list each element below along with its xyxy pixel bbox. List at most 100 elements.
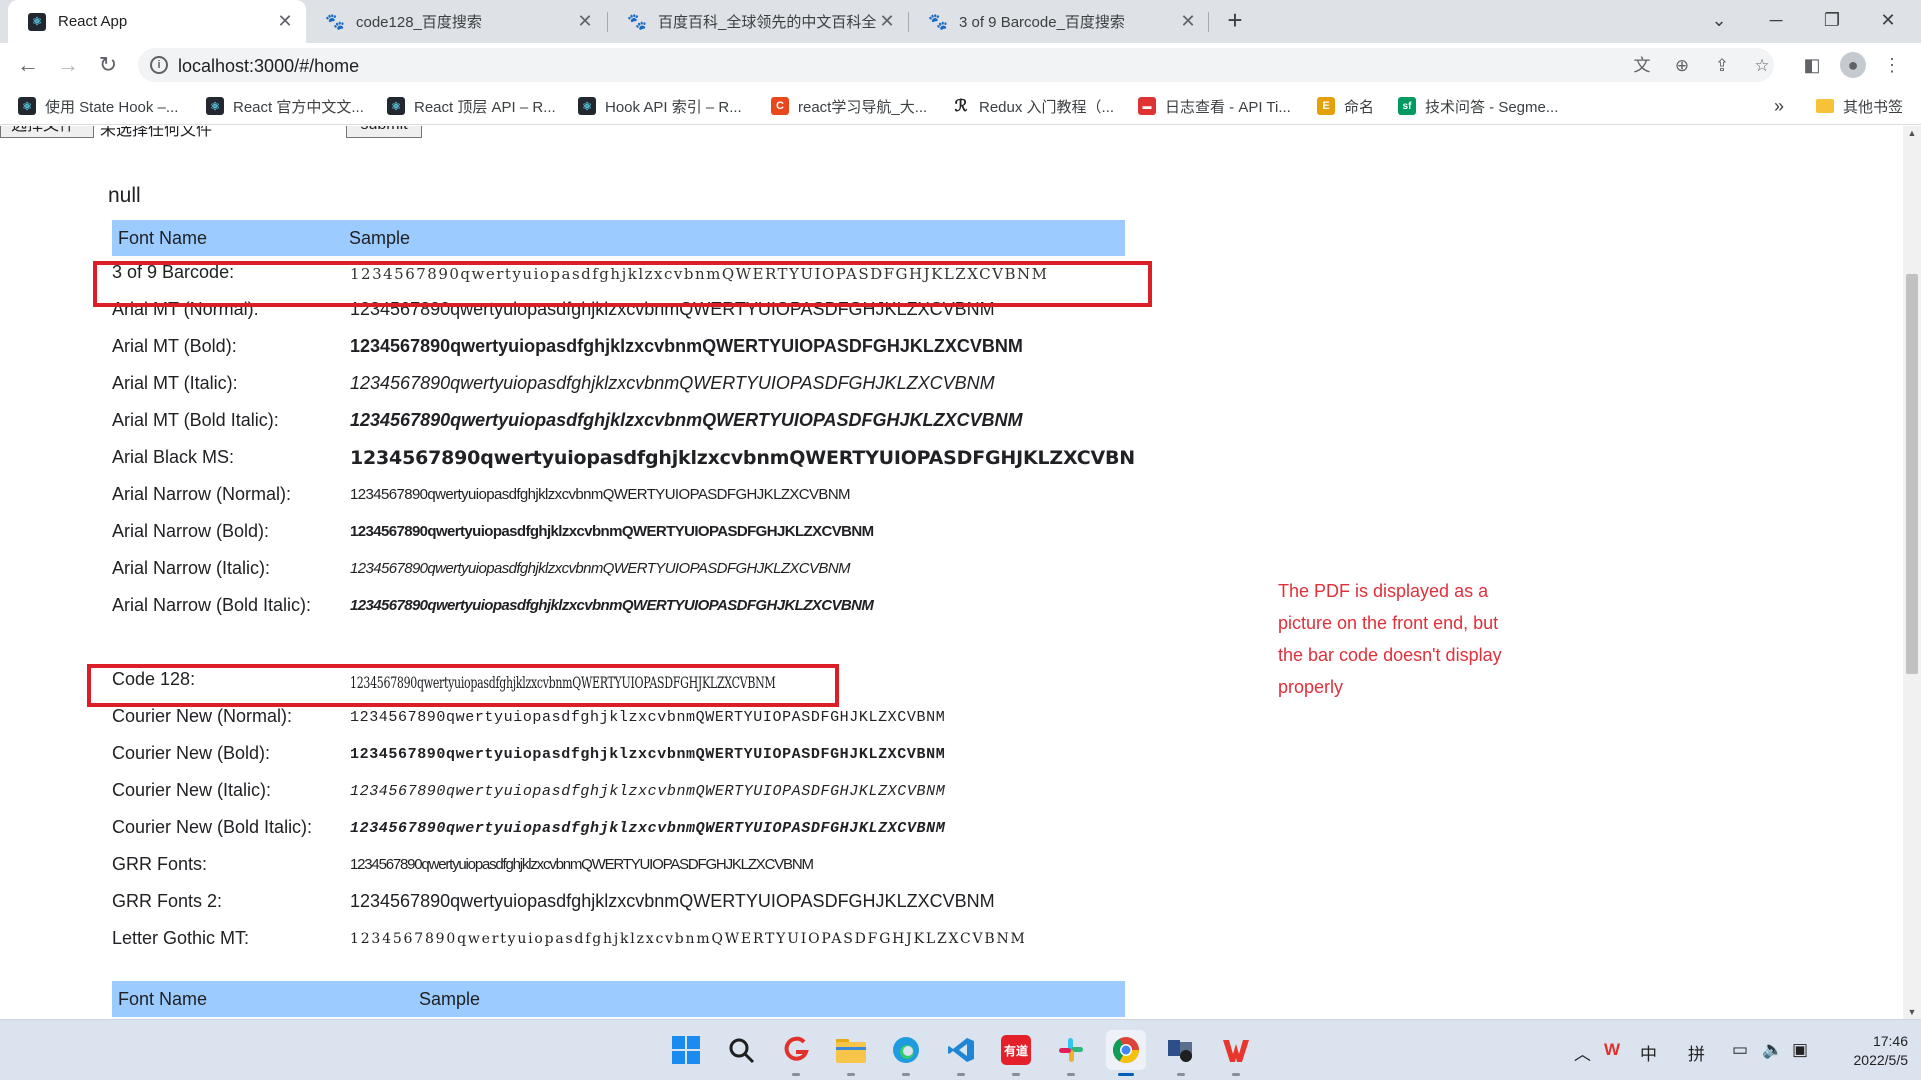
react-icon: ⚛ [18,97,36,115]
git-icon[interactable] [776,1030,816,1076]
close-icon[interactable]: ✕ [276,11,294,32]
bookmark-star-icon[interactable]: ☆ [1752,57,1772,77]
translate-icon[interactable]: 文 [1632,57,1652,77]
react-icon: ⚛ [387,97,405,115]
wps-icon[interactable] [1216,1030,1256,1076]
scroll-up-arrow-icon[interactable]: ▲ [1903,128,1921,138]
font-name: GRR Fonts: [112,854,208,874]
youdao-label: 有道 [1001,1035,1031,1065]
forward-button[interactable]: → [52,49,84,81]
bookmark-item[interactable]: ⚛ 使用 State Hook –... [18,95,178,117]
header-sample: Sample [419,989,481,1009]
baidu-paw-icon: 🐾 [325,13,345,31]
font-sample: 1234567890qwertyuiopasdfghjklzxcvbnmQWER… [350,783,946,800]
menu-icon[interactable]: ⋮ [1876,49,1908,81]
scroll-down-arrow-icon[interactable]: ▼ [1903,1007,1921,1017]
bookmark-item[interactable]: ▬ 日志查看 - API Ti... [1138,95,1291,117]
bookmark-item[interactable]: sf 技术问答 - Segme... [1398,95,1558,117]
running-indicator [847,1073,855,1076]
running-indicator [1067,1073,1075,1076]
table-row: Arial Narrow (Bold Italic): 1234567890qwe… [112,591,1212,621]
site-info-icon[interactable]: i [150,56,168,74]
other-bookmarks-folder[interactable]: 其他书签 [1816,95,1903,117]
bookmarks-bar: ⚛ 使用 State Hook –... ⚛ React 官方中文文... ⚛ Rea… [0,87,1921,125]
choose-file-button[interactable]: 选择文件 [0,126,94,138]
profile-avatar[interactable]: ● [1840,52,1866,78]
new-tab-button[interactable]: + [1220,6,1250,36]
bookmark-item[interactable]: ℛ Redux 入门教程（... [952,95,1114,117]
header-font-name: Font Name [118,989,208,1009]
minimize-button[interactable]: ─ [1750,0,1802,43]
font-sample: 1234567890qwertyuiopasdfghjklzxcvbnmQWER… [350,410,1023,430]
zoom-icon[interactable]: ⊕ [1672,57,1692,77]
bookmark-item[interactable]: ⚛ React 顶层 API – R... [387,95,556,117]
submit-button[interactable]: submit [346,126,422,138]
address-bar[interactable]: i localhost:3000/#/home 文 ⊕ ⇪ ☆ [138,48,1774,82]
tab-title: 百度百科_全球领先的中文百科全 [658,14,877,31]
youdao-icon[interactable]: 有道 [996,1030,1036,1076]
page-scrollbar[interactable]: ▲ ▼ [1903,126,1921,1019]
file-explorer-icon[interactable] [831,1030,871,1076]
search-icon[interactable] [721,1030,761,1070]
bookmark-item[interactable]: E 命名 [1317,95,1374,117]
table-row: Courier New (Bold): 1234567890qwertyuiopa… [112,739,1212,769]
network-app-icon[interactable] [1161,1030,1201,1076]
header-font-name: Font Name [118,228,208,248]
table-row: Arial Narrow (Normal): 1234567890qwertyui… [112,480,1212,510]
close-icon[interactable]: ✕ [576,11,594,32]
bookmarks-overflow-button[interactable]: » [1774,95,1784,117]
tab-title: React App [58,13,128,30]
table-row: Courier New (Bold Italic): 1234567890qwer… [112,813,1212,843]
restore-button[interactable]: ❐ [1806,0,1858,43]
close-icon[interactable]: ✕ [1179,11,1197,32]
font-name: Arial Narrow (Italic): [112,558,271,578]
ime-language[interactable]: 中 [1640,1040,1657,1065]
table-row: Arial MT (Bold): 1234567890qwertyuiopasdf… [112,332,1212,362]
scrollbar-thumb[interactable] [1906,274,1918,674]
share-icon[interactable]: ⇪ [1712,57,1732,77]
volume-icon[interactable]: 🔈 [1762,1040,1783,1060]
header-sample: Sample [349,228,411,248]
tab-code128[interactable]: 🐾 code128_百度搜索 ✕ [306,0,606,43]
font-name: Courier New (Italic): [112,780,272,800]
vscode-icon[interactable] [941,1030,981,1076]
close-window-button[interactable]: ✕ [1862,0,1914,43]
tab-separator [1208,12,1209,32]
table-row: Arial Black MS: 1234567890qwertyuiopasdfg… [112,443,1212,473]
tab-3of9-barcode[interactable]: 🐾 3 of 9 Barcode_百度搜索 ✕ [909,0,1209,43]
running-indicator [1012,1073,1020,1076]
bookmark-label: 其他书签 [1843,98,1904,116]
bookmark-label: react学习导航_大... [798,98,928,116]
tray-overflow-icon[interactable]: ︿ [1574,1040,1591,1065]
tab-search-icon[interactable]: ⌄ [1693,0,1745,43]
battery-icon[interactable]: ▣ [1792,1040,1808,1060]
font-name: GRR Fonts 2: [112,891,223,911]
table-row: GRR Fonts 2: 1234567890qwertyuiopasdfghjk… [112,887,1212,917]
bookmark-label: 使用 State Hook –... [45,98,179,116]
side-panel-icon[interactable]: ◧ [1796,49,1828,81]
edge-icon[interactable] [886,1030,926,1076]
bookmark-item[interactable]: ⚛ Hook API 索引 – R... [578,95,742,117]
bookmark-item[interactable]: Creact学习导航_大... [771,95,927,117]
wps-tray-icon[interactable]: W [1604,1040,1620,1060]
table-row: Arial Narrow (Bold): 1234567890qwertyuiop… [112,517,1212,547]
reload-button[interactable]: ↻ [92,49,124,81]
font-sample: 1234567890qwertyuiopasdfghjklzxcvbnmQWER… [350,523,874,540]
network-icon[interactable]: ▭ [1732,1040,1748,1060]
close-icon[interactable]: ✕ [878,11,896,32]
font-name: Letter Gothic MT: [112,928,250,948]
bookmark-item[interactable]: ⚛ React 官方中文文... [206,95,364,117]
tab-baidu-baike[interactable]: 🐾 百度百科_全球领先的中文百科全 ✕ [608,0,908,43]
slack-icon[interactable] [1051,1030,1091,1076]
font-name: Arial MT (Italic): [112,373,238,393]
ime-mode[interactable]: 拼 [1688,1040,1705,1065]
back-button[interactable]: ← [12,49,44,81]
font-sample: 1234567890qwertyuiopasdfghjklzxcvbnmQWER… [350,373,995,393]
chrome-icon[interactable] [1106,1030,1146,1076]
tab-react-app[interactable]: ⚛ React App ✕ [8,0,306,43]
file-status-text: 未选择任何文件 [100,126,213,139]
font-sample: 1234567890qwertyuiopasdfghjklzxcvbnmQWER… [350,931,1027,947]
running-indicator [1177,1073,1185,1076]
clock[interactable]: 17:46 2022/5/5 [1828,1032,1909,1070]
windows-start-icon[interactable] [666,1030,706,1070]
